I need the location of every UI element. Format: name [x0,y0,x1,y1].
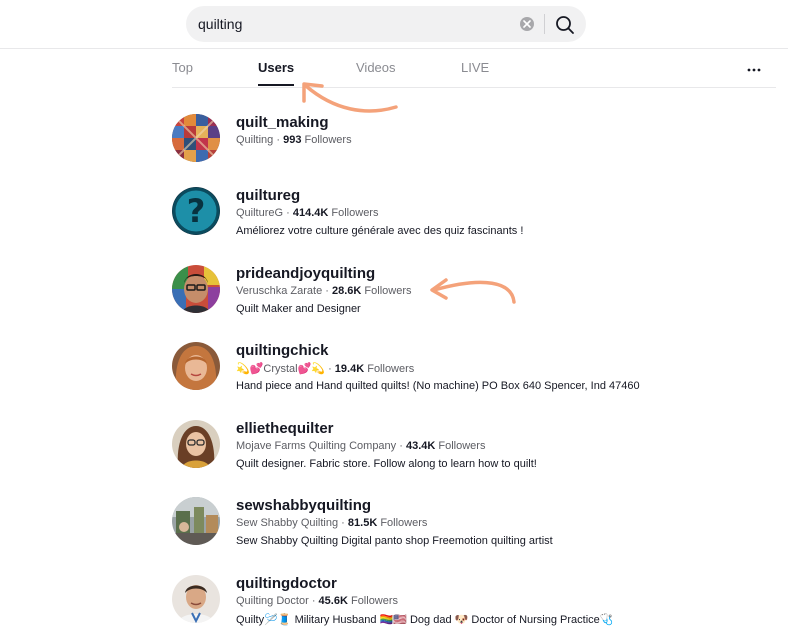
tab-users[interactable]: Users [258,60,294,75]
search-input[interactable] [198,6,498,42]
avatar[interactable] [172,497,220,545]
tab-live[interactable]: LIVE [461,60,489,75]
username: prideandjoyquilting [236,265,376,282]
nickname: QuiltureG [236,207,284,219]
nickname: Quilting Doctor [236,595,309,607]
user-meta: Mojave Farms Quilting Company · 43.4K Fo… [236,440,486,452]
user-bio: Sew Shabby Quilting Digital panto shop F… [236,535,553,547]
user-meta: Quilting · 993 Followers [236,134,352,146]
followers-label: Followers [304,134,352,146]
user-meta: Veruschka Zarate · 28.6K Followers [236,285,412,297]
followers-label: Followers [331,207,379,219]
nickname: Quilting [236,134,274,146]
follower-count: 81.5K [347,517,378,529]
tab-top[interactable]: Top [172,60,193,75]
username: sewshabbyquilting [236,497,372,514]
avatar[interactable] [172,114,220,162]
followers-label: Followers [364,285,412,297]
tabs-divider [172,87,776,88]
follower-count: 45.6K [318,595,348,607]
avatar[interactable] [172,265,220,313]
nickname: 💫💕Crystal💕💫 [236,363,326,375]
followers-label: Followers [438,440,486,452]
user-row-elliethequilter[interactable]: elliethequilter Mojave Farms Quilting Co… [172,420,732,484]
followers-label: Followers [380,517,428,529]
search-icon [556,16,574,34]
user-meta: QuiltureG · 414.4K Followers [236,207,379,219]
follower-count: 19.4K [334,363,365,375]
header-divider [0,48,788,49]
user-row-prideandjoyquilting[interactable]: prideandjoyquilting Veruschka Zarate · 2… [172,265,732,329]
user-row-quiltingdoctor[interactable]: quiltingdoctor Quilting Doctor · 45.6K F… [172,575,732,639]
user-meta: 💫💕Crystal💕💫 · 19.4K Followers [236,363,415,375]
search-divider [544,14,545,34]
nickname: Veruschka Zarate [236,285,323,297]
user-bio: Hand piece and Hand quilted quilts! (No … [236,380,640,392]
more-dots-icon [747,68,761,72]
username: quiltingdoctor [236,575,337,592]
tab-videos[interactable]: Videos [356,60,396,75]
followers-label: Followers [350,595,399,607]
user-meta: Quilting Doctor · 45.6K Followers [236,595,399,607]
follower-count: 28.6K [332,285,362,297]
more-options-button[interactable] [746,62,762,78]
clear-search-button[interactable] [520,17,534,31]
followers-label: Followers [367,363,415,375]
user-bio: Quilt Maker and Designer [236,303,361,315]
avatar[interactable] [172,342,220,390]
user-meta: Sew Shabby Quilting · 81.5K Followers [236,517,428,529]
nickname: Mojave Farms Quilting Company [236,440,397,452]
user-bio: Quilty🪡🧵 Military Husband 🏳️‍🌈🇺🇸 Dog dad… [236,614,614,626]
user-row-sewshabbyquilting[interactable]: sewshabbyquilting Sew Shabby Quilting · … [172,497,732,561]
user-bio: Améliorez votre culture générale avec de… [236,225,524,237]
avatar[interactable]: ? [172,187,220,235]
user-row-quilt-making[interactable]: quilt_making Quilting · 993 Followers [172,114,732,178]
follower-count: 414.4K [292,207,329,219]
user-bio: Quilt designer. Fabric store. Follow alo… [236,458,537,470]
annotation-arrow-users-tab [302,82,398,113]
avatar[interactable] [172,420,220,468]
close-icon [523,20,531,28]
username: quiltingchick [236,342,329,359]
username: elliethequilter [236,420,334,437]
user-row-quiltureg[interactable]: ? quiltureg QuiltureG · 414.4K Followers… [172,187,732,251]
search-bar [186,6,586,42]
search-button[interactable] [554,14,576,36]
active-tab-indicator [258,84,294,86]
username: quilt_making [236,114,329,131]
follower-count: 993 [283,134,302,146]
avatar[interactable] [172,575,220,623]
nickname: Sew Shabby Quilting [236,517,339,529]
svg-text:?: ? [187,192,206,230]
follower-count: 43.4K [405,440,436,452]
user-row-quiltingchick[interactable]: quiltingchick 💫💕Crystal💕💫 · 19.4K Follow… [172,342,732,406]
username: quiltureg [236,187,301,204]
